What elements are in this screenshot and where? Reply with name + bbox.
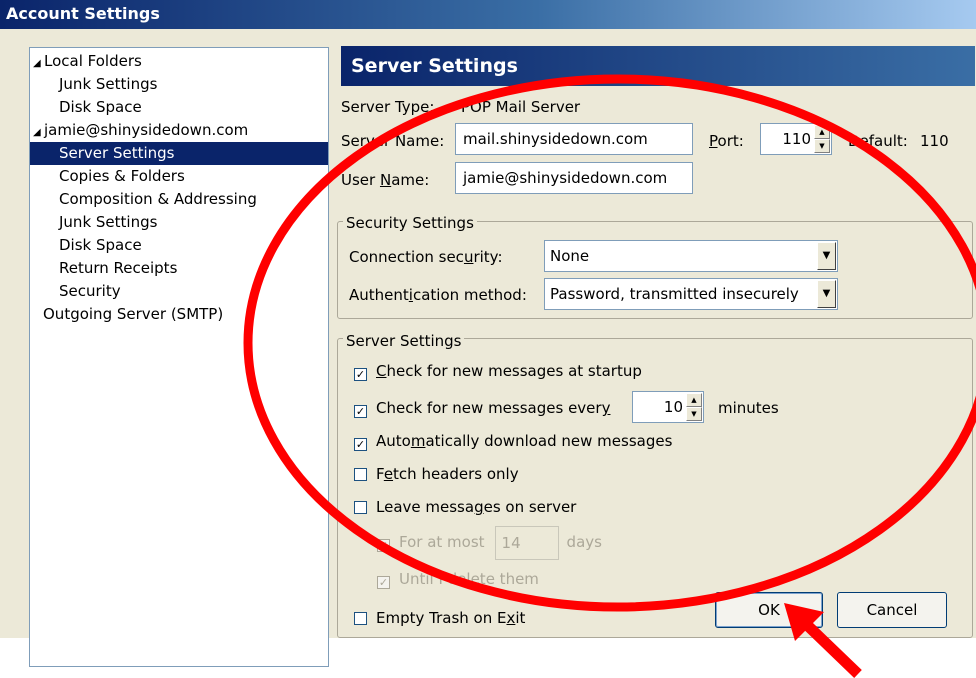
auth-method-label: Authentication method:	[349, 286, 527, 304]
check-startup-checkbox[interactable]: ✓	[354, 368, 367, 381]
until-delete-row: ✓ Until I delete them	[377, 570, 539, 589]
account-tree[interactable]: ◢ Local Folders Junk Settings Disk Space …	[29, 47, 329, 667]
auto-download-row[interactable]: ✓ Automatically download new messages	[354, 430, 672, 452]
panel-header: Server Settings	[341, 46, 975, 86]
connection-security-select[interactable]: None ▼	[544, 240, 838, 272]
security-settings-legend: Security Settings	[343, 213, 477, 233]
spin-up-icon[interactable]: ▲	[686, 393, 702, 407]
server-name-input[interactable]: mail.shinysidedown.com	[455, 123, 693, 155]
title-bar: Account Settings	[0, 0, 976, 29]
check-every-checkbox[interactable]: ✓	[354, 405, 367, 418]
tree-item-composition-addressing[interactable]: Composition & Addressing	[59, 188, 257, 211]
auto-download-checkbox[interactable]: ✓	[354, 438, 367, 451]
dropdown-arrow-icon[interactable]: ▼	[817, 242, 836, 270]
account-settings-window: ◢ Local Folders Junk Settings Disk Space …	[0, 29, 976, 667]
auth-method-select[interactable]: Password, transmitted insecurely ▼	[544, 278, 838, 310]
check-every-row[interactable]: ✓ Check for new messages every	[354, 397, 610, 419]
spin-up-icon[interactable]: ▲	[814, 125, 830, 139]
for-at-most-input: 14	[494, 525, 559, 560]
empty-trash-row[interactable]: Empty Trash on Exit	[354, 607, 525, 629]
spin-down-icon[interactable]: ▼	[686, 407, 702, 421]
window-title: Account Settings	[6, 4, 160, 23]
server-type-label: Server Type:	[341, 98, 435, 116]
user-name-label: User Name:	[341, 171, 430, 189]
for-at-most-row: ✓ For at most 14 days	[377, 525, 602, 560]
fetch-headers-row[interactable]: Fetch headers only	[354, 463, 519, 485]
spin-down-icon[interactable]: ▼	[814, 139, 830, 153]
tree-item-disk-space[interactable]: Disk Space	[59, 234, 142, 257]
tree-item-local-folders[interactable]: ◢ Local Folders	[33, 50, 142, 73]
tree-item-disk-space-local[interactable]: Disk Space	[59, 96, 142, 119]
tree-item-server-settings[interactable]: Server Settings	[30, 142, 328, 165]
connection-security-label: Connection security:	[349, 248, 503, 266]
tree-item-return-receipts[interactable]: Return Receipts	[59, 257, 177, 280]
port-label: Port:	[709, 132, 744, 150]
port-stepper[interactable]: 110 ▲ ▼	[760, 123, 832, 155]
tree-item-security[interactable]: Security	[59, 280, 121, 303]
server-settings-legend: Server Settings	[343, 331, 465, 351]
minutes-label: minutes	[718, 399, 779, 417]
dropdown-arrow-icon[interactable]: ▼	[817, 280, 836, 308]
leave-on-server-checkbox[interactable]	[354, 501, 367, 514]
check-startup-row[interactable]: ✓ Check for new messages at startup	[354, 360, 642, 382]
tree-item-outgoing-server[interactable]: Outgoing Server (SMTP)	[43, 303, 223, 326]
tree-item-copies-folders[interactable]: Copies & Folders	[59, 165, 185, 188]
empty-trash-checkbox[interactable]	[354, 612, 367, 625]
fetch-headers-checkbox[interactable]	[354, 468, 367, 481]
expand-triangle-icon[interactable]: ◢	[33, 52, 42, 75]
server-name-label: Server Name:	[341, 132, 445, 150]
tree-item-junk-settings[interactable]: Junk Settings	[59, 211, 157, 234]
tree-item-junk-settings-local[interactable]: Junk Settings	[59, 73, 157, 96]
interval-spin-buttons[interactable]: ▲ ▼	[686, 393, 702, 421]
port-spin-buttons[interactable]: ▲ ▼	[814, 125, 830, 153]
cancel-button[interactable]: Cancel	[837, 592, 947, 628]
expand-triangle-icon[interactable]: ◢	[33, 121, 42, 144]
panel-title: Server Settings	[351, 55, 518, 77]
leave-on-server-row[interactable]: Leave messages on server	[354, 496, 576, 518]
until-delete-checkbox: ✓	[377, 576, 390, 589]
tree-item-account[interactable]: ◢ jamie@shinysidedown.com	[33, 119, 248, 142]
check-interval-stepper[interactable]: 10 ▲ ▼	[632, 391, 704, 423]
default-value: 110	[920, 132, 949, 150]
default-label: Default:	[848, 132, 908, 150]
user-name-input[interactable]: jamie@shinysidedown.com	[455, 162, 693, 194]
for-at-most-checkbox: ✓	[377, 539, 390, 552]
server-type-value: POP Mail Server	[461, 98, 581, 116]
ok-button[interactable]: OK	[715, 592, 823, 628]
